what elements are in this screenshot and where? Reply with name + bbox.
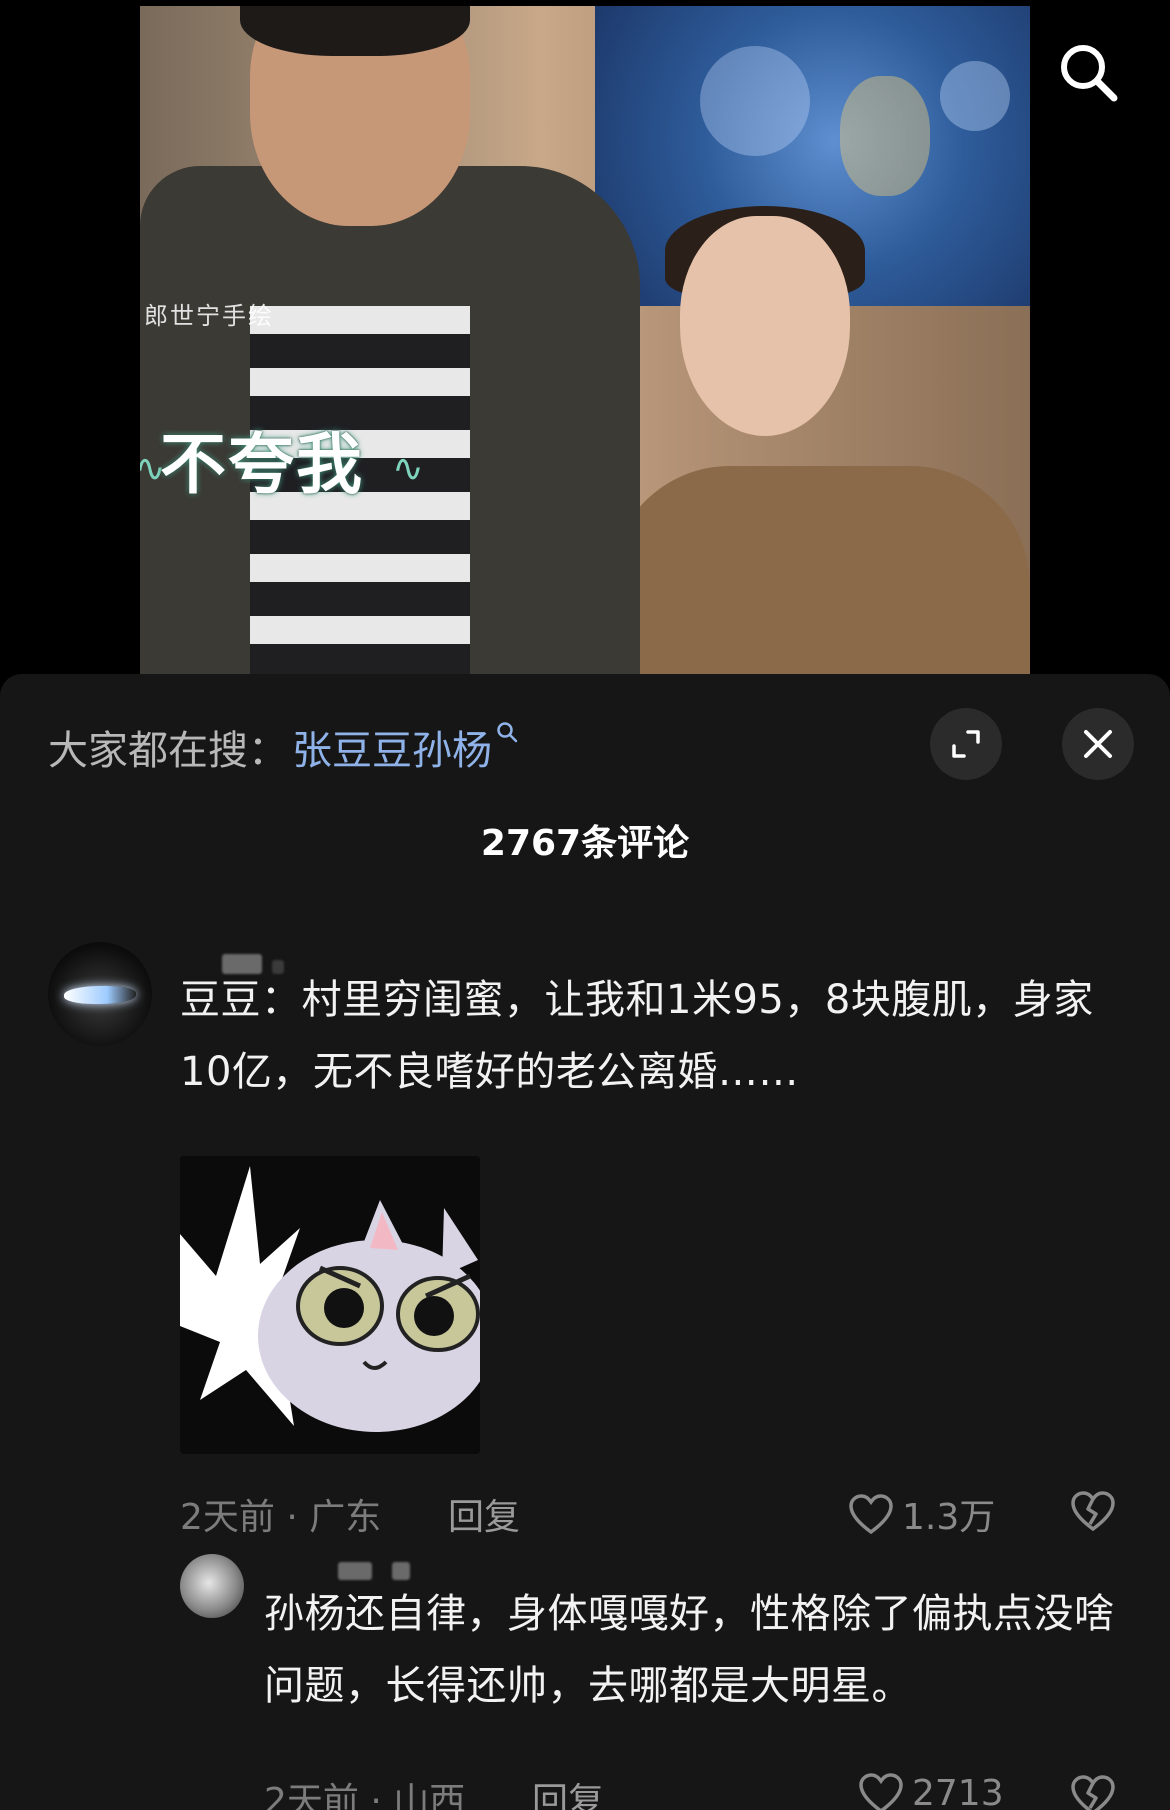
video-frame[interactable]: 郎世宁手绘 ∿ 不夸我 ∿ — [140, 6, 1030, 674]
search-button[interactable] — [1052, 36, 1124, 108]
dislike-button[interactable] — [1070, 1774, 1116, 1810]
heart-icon — [849, 1494, 893, 1535]
avatar-image — [64, 986, 136, 1004]
close-icon — [1084, 730, 1112, 758]
cat-sticker-image — [180, 1156, 480, 1454]
video-player[interactable]: 郎世宁手绘 ∿ 不夸我 ∿ — [0, 0, 1170, 690]
avatar[interactable] — [180, 1554, 244, 1618]
broken-heart-icon — [1071, 1491, 1115, 1532]
person-figure — [680, 216, 850, 436]
dislike-button[interactable] — [1070, 1490, 1116, 1536]
comment-count: 2767条评论 — [480, 823, 690, 864]
expand-icon — [952, 730, 980, 758]
like-button[interactable]: 2713 — [858, 1772, 1004, 1810]
broken-heart-icon — [1071, 1775, 1115, 1810]
video-watermark: 郎世宁手绘 — [144, 302, 274, 330]
search-suggestion-link[interactable]: 张豆豆孙杨 — [292, 718, 492, 776]
search-small-icon — [496, 720, 518, 750]
comments-sheet: 大家都在搜： 张豆豆孙杨 2767条评论 豆豆：村里穷闺蜜，让我和1米95，8块… — [0, 674, 1170, 1810]
background-decor — [840, 76, 930, 196]
comment-meta: 2天前 · 山西 — [264, 1781, 466, 1810]
close-button[interactable] — [1062, 708, 1134, 780]
video-caption: 不夸我 — [160, 426, 364, 503]
search-icon — [1061, 45, 1118, 102]
person-figure — [610, 466, 1030, 674]
caption-decor: ∿ — [392, 446, 424, 490]
comment-text: 豆豆：村里穷闺蜜，让我和1米95，8块腹肌，身家10亿，无不良嗜好的老公离婚…… — [180, 977, 1094, 1095]
like-count: 2713 — [912, 1772, 1004, 1810]
avatar[interactable] — [48, 942, 152, 1046]
comment-meta: 2天前 · 广东 — [180, 1497, 382, 1538]
heart-icon — [859, 1773, 903, 1810]
search-suggestion-label: 大家都在搜： — [48, 728, 288, 774]
reply-button[interactable]: 回复 — [448, 1488, 520, 1540]
comment-text: 孙杨还自律，身体嘎嘎好，性格除了偏执点没啥问题，长得还帅，去哪都是大明星。 — [264, 1591, 1115, 1709]
expand-button[interactable] — [930, 708, 1002, 780]
reply-button[interactable]: 回复 — [532, 1772, 604, 1810]
background-decor — [700, 46, 810, 156]
background-decor — [940, 61, 1010, 131]
like-count: 1.3万 — [902, 1497, 996, 1538]
like-button[interactable]: 1.3万 — [848, 1488, 995, 1540]
comment-sticker[interactable] — [180, 1156, 480, 1454]
search-suggestion[interactable]: 大家都在搜： 张豆豆孙杨 — [48, 718, 518, 776]
